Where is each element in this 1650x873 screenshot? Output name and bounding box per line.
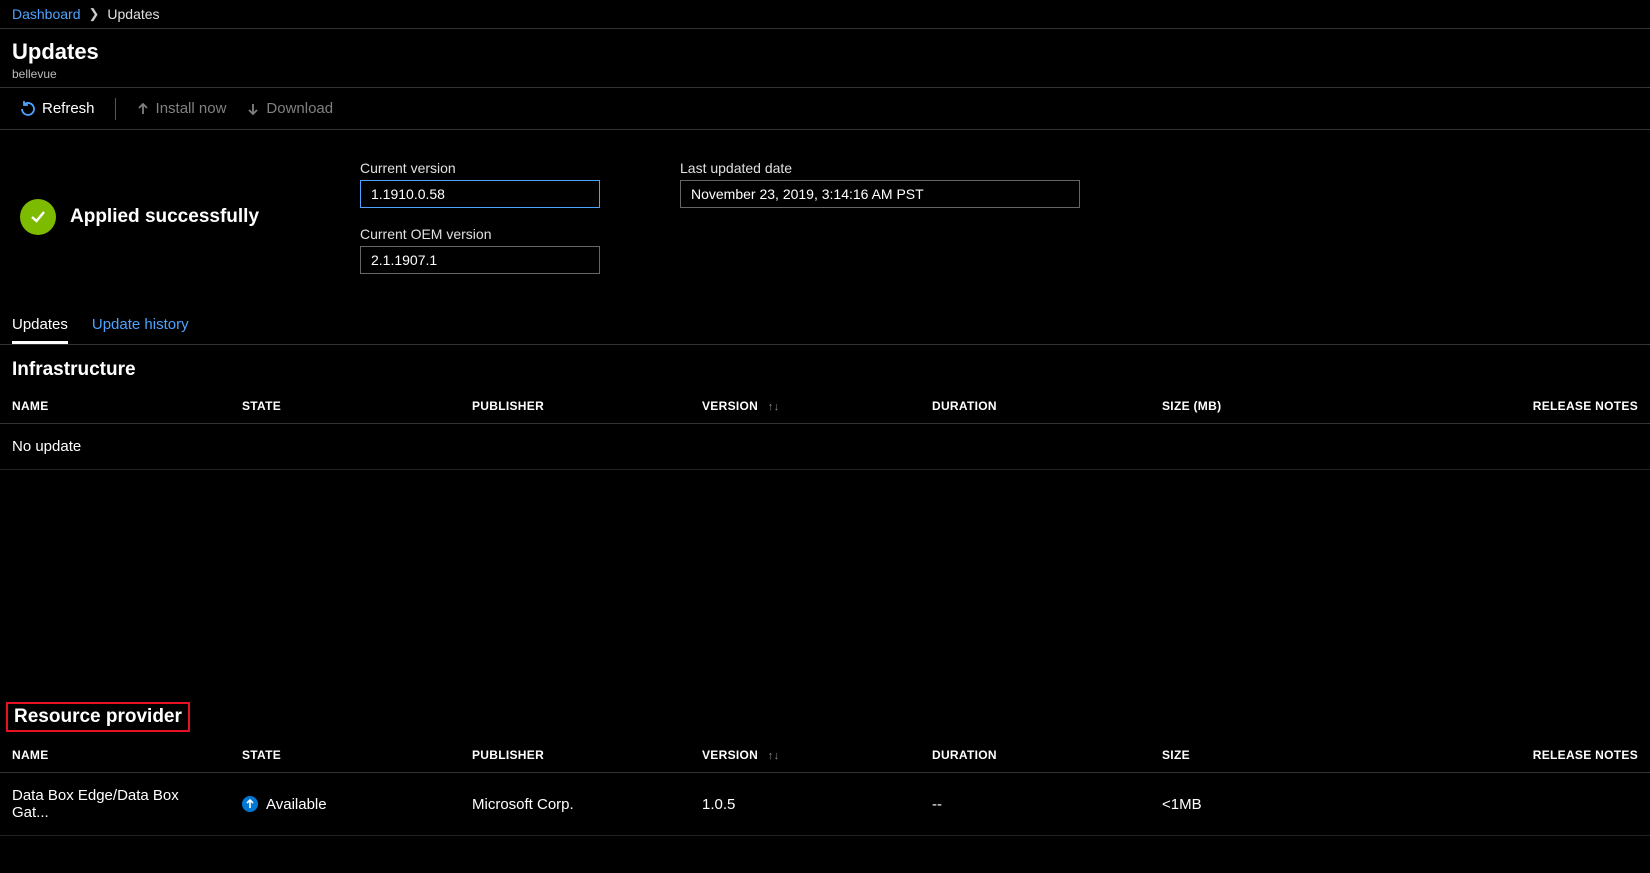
col-release-notes[interactable]: RELEASE NOTES — [1380, 389, 1650, 424]
status-message: Applied successfully — [70, 206, 259, 228]
sort-icon: ↑↓ — [768, 750, 780, 762]
table-row[interactable]: Data Box Edge/Data Box Gat... Available … — [0, 773, 1650, 836]
breadcrumb: Dashboard ❯ Updates — [0, 0, 1650, 29]
last-updated-label: Last updated date — [680, 160, 1080, 176]
oem-version-label: Current OEM version — [360, 226, 600, 242]
current-version-field[interactable]: 1.1910.0.58 — [360, 180, 600, 208]
resource-provider-table: NAME STATE PUBLISHER VERSION ↑↓ DURATION… — [0, 738, 1650, 836]
oem-version-field[interactable]: 2.1.1907.1 — [360, 246, 600, 274]
col-duration[interactable]: DURATION — [920, 389, 1150, 424]
infrastructure-empty: No update — [0, 424, 1650, 470]
success-check-icon — [20, 199, 56, 235]
current-version-label: Current version — [360, 160, 600, 176]
toolbar: Refresh Install now Download — [0, 88, 1650, 130]
cell-size: <1MB — [1150, 773, 1380, 836]
page-subtitle: bellevue — [12, 67, 1638, 81]
download-button[interactable]: Download — [238, 96, 341, 121]
cell-name: Data Box Edge/Data Box Gat... — [0, 773, 230, 836]
col-publisher[interactable]: PUBLISHER — [460, 738, 690, 773]
download-label: Download — [266, 100, 333, 117]
tab-update-history[interactable]: Update history — [92, 308, 189, 344]
infrastructure-table: NAME STATE PUBLISHER VERSION ↑↓ DURATION… — [0, 389, 1650, 470]
cell-publisher: Microsoft Corp. — [460, 773, 690, 836]
col-name[interactable]: NAME — [0, 738, 230, 773]
install-now-label: Install now — [156, 100, 227, 117]
breadcrumb-separator-icon: ❯ — [89, 6, 100, 22]
last-updated-field[interactable]: November 23, 2019, 3:14:16 AM PST — [680, 180, 1080, 208]
col-state[interactable]: STATE — [230, 738, 460, 773]
col-version[interactable]: VERSION ↑↓ — [690, 738, 920, 773]
breadcrumb-current: Updates — [107, 6, 159, 22]
arrow-down-icon — [246, 102, 260, 116]
title-block: Updates bellevue — [0, 29, 1650, 88]
cell-version: 1.0.5 — [690, 773, 920, 836]
col-publisher[interactable]: PUBLISHER — [460, 389, 690, 424]
breadcrumb-dashboard[interactable]: Dashboard — [12, 6, 81, 22]
col-duration[interactable]: DURATION — [920, 738, 1150, 773]
page-title: Updates — [12, 39, 1638, 65]
col-version[interactable]: VERSION ↑↓ — [690, 389, 920, 424]
refresh-button[interactable]: Refresh — [12, 96, 103, 121]
install-now-button[interactable]: Install now — [128, 96, 235, 121]
table-row: No update — [0, 424, 1650, 470]
arrow-up-icon — [136, 102, 150, 116]
sort-icon: ↑↓ — [768, 401, 780, 413]
refresh-label: Refresh — [42, 100, 95, 117]
tabs: Updates Update history — [0, 308, 1650, 345]
infrastructure-heading: Infrastructure — [0, 345, 1650, 389]
refresh-icon — [20, 101, 36, 117]
cell-release-notes — [1380, 773, 1650, 836]
cell-state: Available — [230, 773, 460, 836]
tab-updates[interactable]: Updates — [12, 308, 68, 344]
col-size[interactable]: SIZE — [1150, 738, 1380, 773]
col-release-notes[interactable]: RELEASE NOTES — [1380, 738, 1650, 773]
cell-duration: -- — [920, 773, 1150, 836]
spacer — [0, 470, 1650, 690]
available-status-icon — [242, 796, 258, 812]
col-state[interactable]: STATE — [230, 389, 460, 424]
toolbar-divider — [115, 98, 116, 120]
col-size[interactable]: SIZE (MB) — [1150, 389, 1380, 424]
resource-provider-heading: Resource provider — [6, 702, 190, 732]
status-section: Applied successfully Current version 1.1… — [0, 130, 1650, 298]
col-name[interactable]: NAME — [0, 389, 230, 424]
